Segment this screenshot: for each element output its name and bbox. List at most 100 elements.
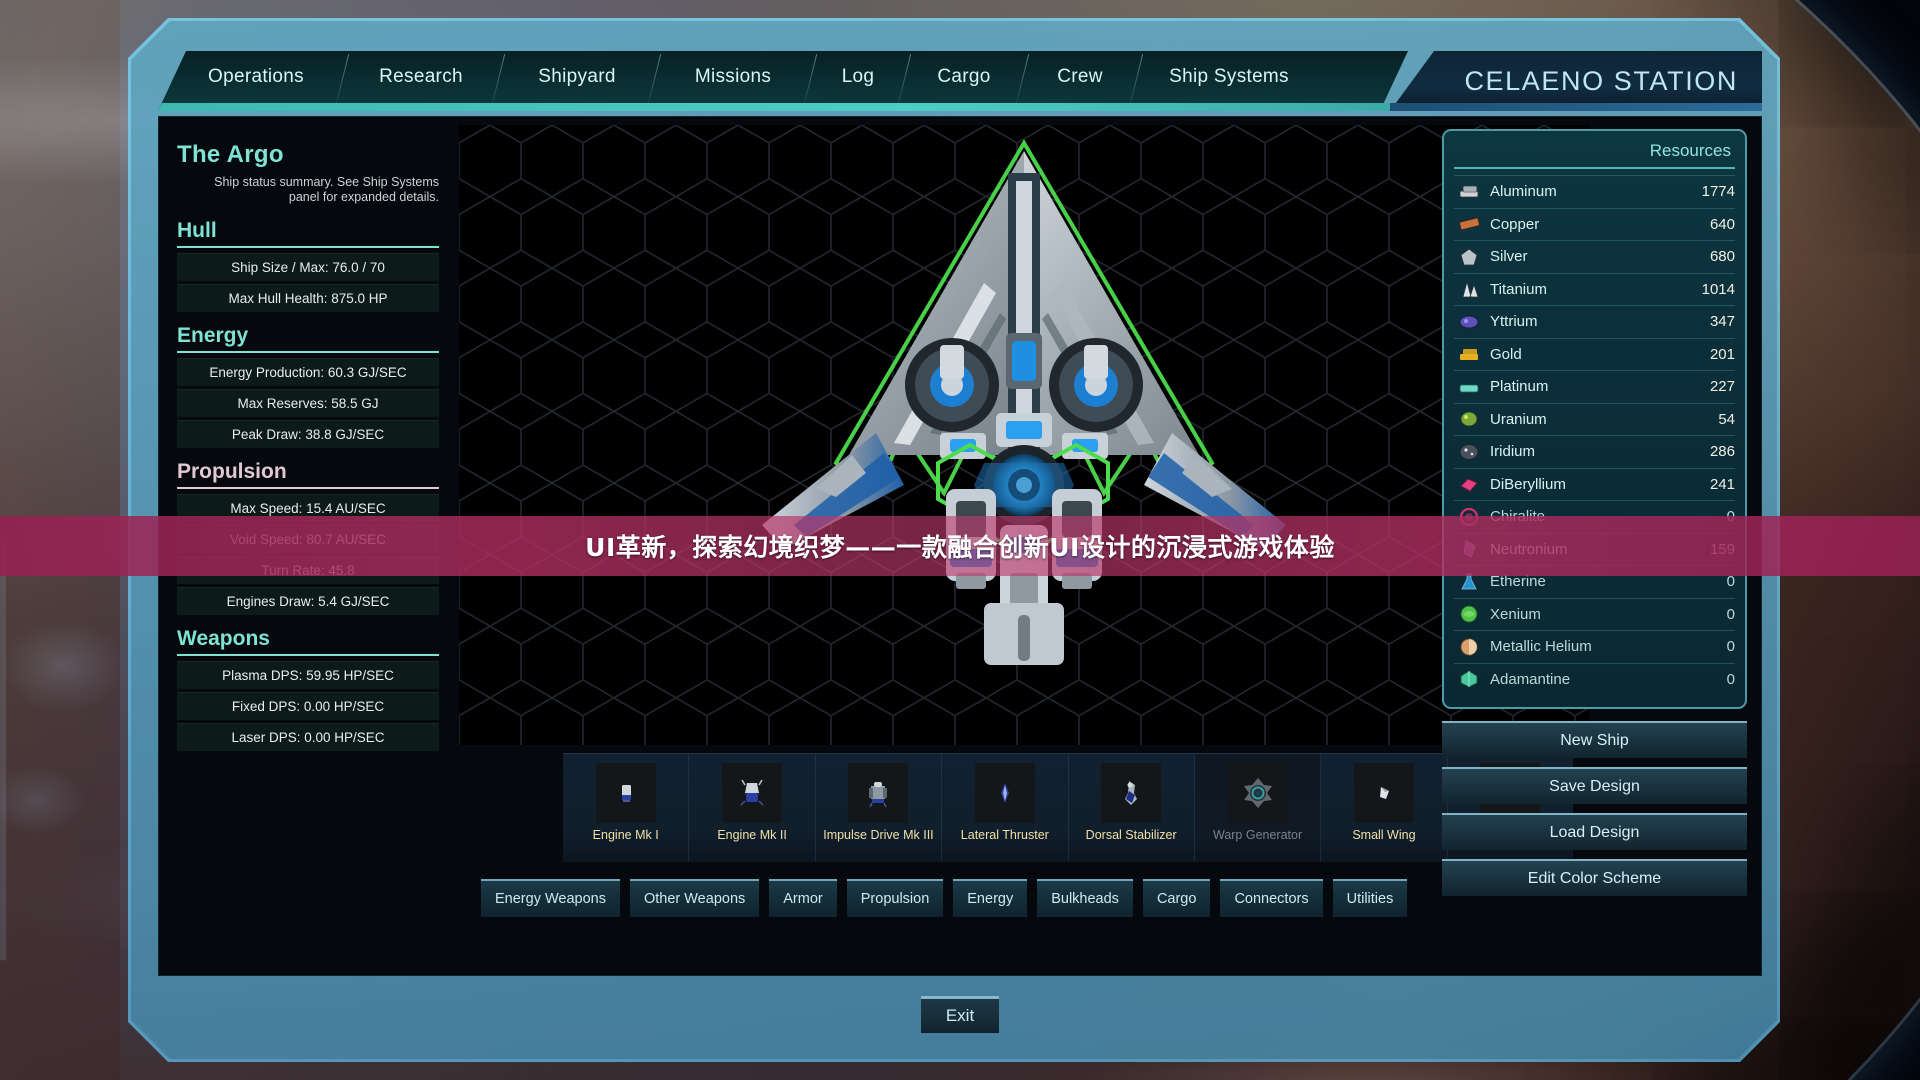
part-thumbnail-icon <box>1101 763 1162 823</box>
resource-value: 201 <box>1709 345 1735 363</box>
resource-value: 241 <box>1709 475 1735 493</box>
ship-blueprint-render[interactable] <box>744 133 1304 733</box>
resource-row: Yttrium 347 <box>1454 305 1735 338</box>
stat-row: Max Hull Health: 875.0 HP <box>177 284 439 312</box>
diberyllium-icon <box>1457 474 1481 494</box>
tab-label: Log <box>841 66 875 87</box>
stat-row: Max Reserves: 58.5 GJ <box>177 389 439 417</box>
stat-section-weapons: Weapons Plasma DPS: 59.95 HP/SEC Fixed DPS… <box>177 627 439 751</box>
category-label: Cargo <box>1156 891 1197 907</box>
tab-operations[interactable]: Operations <box>172 51 340 103</box>
tab-label: Missions <box>694 66 772 87</box>
part-dorsal-stabilizer[interactable]: Dorsal Stabilizer <box>1068 754 1195 862</box>
exit-button[interactable]: Exit <box>921 996 999 1033</box>
part-thumbnail-icon <box>974 763 1035 823</box>
resource-row: Adamantine 0 <box>1454 662 1735 696</box>
resource-row: Aluminum 1774 <box>1454 175 1735 208</box>
stat-row: Peak Draw: 38.8 GJ/SEC <box>177 420 439 448</box>
stat-sections: Hull Ship Size / Max: 76.0 / 70 Max Hull H… <box>177 219 439 751</box>
tab-label: Shipyard <box>538 66 616 87</box>
category-other-weapons[interactable]: Other Weapons <box>629 879 760 917</box>
resource-row: Metallic Helium 0 <box>1454 630 1735 663</box>
category-label: Connectors <box>1234 891 1309 907</box>
category-armor[interactable]: Armor <box>769 879 837 917</box>
uranium-rock-icon <box>1457 409 1481 429</box>
stat-section-divider <box>177 351 439 353</box>
stat-row: Ship Size / Max: 76.0 / 70 <box>177 253 439 281</box>
resource-row: Gold 201 <box>1454 337 1735 371</box>
ship-name: The Argo <box>177 141 284 168</box>
tab-log[interactable]: Log <box>814 51 902 103</box>
tab-label: Operations <box>208 66 304 87</box>
part-name: Lateral Thruster <box>960 828 1049 842</box>
stat-section-title: Weapons <box>177 627 270 650</box>
resources-panel: Resources Aluminum 1774 Copper 640 Silver 680… <box>1442 129 1747 709</box>
stat-section-title: Propulsion <box>177 460 287 483</box>
new-ship-button[interactable]: New Ship <box>1442 721 1747 758</box>
promo-banner: UI革新，探索幻境织梦——一款融合创新UI设计的沉浸式游戏体验 <box>0 516 1920 576</box>
resource-value: 1774 <box>1701 183 1735 201</box>
adamantine-cube-icon <box>1457 669 1481 689</box>
resource-row: Iridium 286 <box>1454 435 1735 468</box>
category-utilities[interactable]: Utilities <box>1332 879 1408 917</box>
resource-value: 640 <box>1709 215 1735 233</box>
category-label: Armor <box>783 891 823 907</box>
resource-name: Platinum <box>1490 378 1549 396</box>
part-thumbnail-icon <box>1227 763 1288 823</box>
part-small-wing[interactable]: Small Wing <box>1321 754 1448 862</box>
part-thumbnail-icon <box>848 763 909 823</box>
part-impulse-drive-mk-iii[interactable]: Impulse Drive Mk III <box>815 754 943 862</box>
resource-name: Iridium <box>1490 443 1536 461</box>
part-name: Warp Generator <box>1212 828 1303 842</box>
category-label: Energy Weapons <box>495 891 606 907</box>
category-connectors[interactable]: Connectors <box>1220 879 1323 917</box>
tab-ship-systems[interactable]: Ship Systems <box>1140 51 1318 103</box>
category-energy[interactable]: Energy <box>953 879 1028 917</box>
tab-shipyard[interactable]: Shipyard <box>502 51 652 103</box>
category-propulsion[interactable]: Propulsion <box>846 879 944 917</box>
copper-bar-icon <box>1457 214 1481 234</box>
tab-label: Crew <box>1057 66 1103 87</box>
gold-bar-icon <box>1457 344 1481 364</box>
stat-section-hull: Hull Ship Size / Max: 76.0 / 70 Max Hull H… <box>177 219 439 312</box>
resource-name: Xenium <box>1490 605 1541 623</box>
tab-research[interactable]: Research <box>346 51 496 103</box>
resource-row: Copper 640 <box>1454 207 1735 241</box>
exit-button-label: Exit <box>945 1006 975 1025</box>
resource-row: Uranium 54 <box>1454 402 1735 436</box>
ship-description: Ship status summary. See Ship Systems pa… <box>214 175 439 204</box>
save-design-button[interactable]: Save Design <box>1442 767 1747 804</box>
tab-crew[interactable]: Crew <box>1026 51 1134 103</box>
platinum-bar-icon <box>1457 377 1481 397</box>
metallic-helium-icon <box>1457 637 1481 657</box>
part-name: Impulse Drive Mk III <box>823 828 934 842</box>
resource-row: Platinum 227 <box>1454 370 1735 403</box>
part-engine-mk-i[interactable]: Engine Mk I <box>563 754 690 862</box>
ship-design-viewport[interactable] <box>459 125 1589 745</box>
stat-section-divider <box>177 487 439 489</box>
stat-row: Laser DPS: 0.00 HP/SEC <box>177 723 439 751</box>
category-energy-weapons[interactable]: Energy Weapons <box>481 879 620 917</box>
tab-cargo[interactable]: Cargo <box>908 51 1020 103</box>
resource-name: Uranium <box>1490 410 1547 428</box>
resource-name: Copper <box>1490 215 1540 233</box>
tab-missions[interactable]: Missions <box>658 51 808 103</box>
resource-value: 0 <box>1726 605 1735 623</box>
stat-row: Engines Draw: 5.4 GJ/SEC <box>177 587 439 615</box>
part-engine-mk-ii[interactable]: Engine Mk II <box>689 754 816 862</box>
stat-row: Fixed DPS: 0.00 HP/SEC <box>177 692 439 720</box>
design-actions: New Ship Save Design Load Design Edit Color… <box>1442 721 1747 905</box>
category-bulkheads[interactable]: Bulkheads <box>1037 879 1133 917</box>
edit-color-scheme-button[interactable]: Edit Color Scheme <box>1442 859 1747 896</box>
stat-section-energy: Energy Energy Production: 60.3 GJ/SEC Max … <box>177 324 439 448</box>
load-design-button[interactable]: Load Design <box>1442 813 1747 850</box>
ship-status-column: The Argo Ship status summary. See Ship S… <box>177 129 439 754</box>
category-cargo[interactable]: Cargo <box>1142 879 1211 917</box>
category-label: Utilities <box>1346 891 1394 907</box>
resource-value: 1014 <box>1701 280 1735 298</box>
part-lateral-thruster[interactable]: Lateral Thruster <box>942 754 1069 862</box>
resource-value: 54 <box>1718 410 1735 428</box>
promo-banner-text: UI革新，探索幻境织梦——一款融合创新UI设计的沉浸式游戏体验 <box>585 533 1335 562</box>
main-navigation-bar: Operations Research Shipyard Missions Log Car… <box>158 51 1762 111</box>
part-thumbnail-icon <box>1353 763 1414 823</box>
